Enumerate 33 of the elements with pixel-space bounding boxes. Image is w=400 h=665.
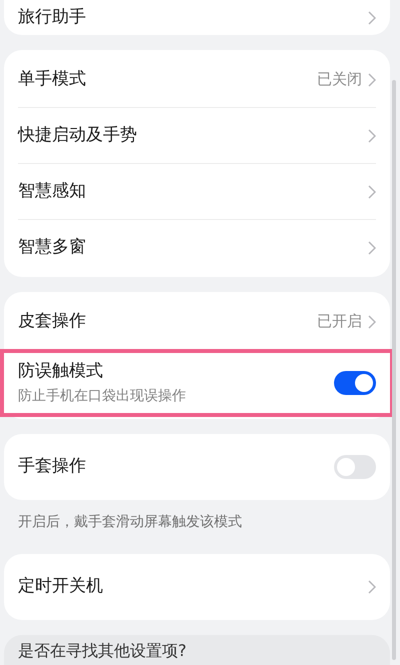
toggle-switch[interactable] — [334, 455, 376, 479]
setting-value: 已开启 — [317, 311, 362, 332]
setting-label: 快捷启动及手势 — [18, 124, 138, 147]
chevron-right-icon — [368, 128, 376, 142]
setting-value: 已关闭 — [317, 69, 362, 90]
chevron-right-icon — [368, 184, 376, 198]
setting-label: 皮套操作 — [18, 310, 87, 333]
setting-label: 智慧多窗 — [18, 236, 87, 259]
setting-row[interactable]: 智慧多窗 — [4, 220, 390, 275]
suggestion-title: 是否在寻找其他设置项? — [18, 641, 186, 660]
setting-row[interactable]: 单手模式 已关闭 — [4, 52, 390, 107]
setting-row[interactable]: 皮套操作 已开启 — [4, 294, 390, 349]
setting-row[interactable]: 智慧感知 — [4, 164, 390, 219]
setting-row[interactable]: 快捷启动及手势 — [4, 108, 390, 163]
chevron-right-icon — [368, 10, 376, 24]
setting-label: 防误触模式 — [18, 360, 104, 383]
highlighted-setting-row[interactable]: 防误触模式 防止手机在口袋出现误操作 — [0, 349, 394, 417]
setting-label: 定时开关机 — [18, 575, 104, 598]
setting-row[interactable]: 手套操作 — [4, 436, 390, 498]
setting-row[interactable]: 旅行助手 — [4, 0, 390, 35]
scrollbar[interactable] — [392, 80, 396, 660]
setting-row[interactable]: 定时开关机 — [4, 556, 390, 618]
setting-label: 旅行助手 — [18, 6, 87, 29]
chevron-right-icon — [368, 580, 376, 594]
chevron-right-icon — [368, 240, 376, 254]
setting-label: 手套操作 — [18, 455, 87, 478]
setting-label: 智慧感知 — [18, 180, 87, 203]
chevron-right-icon — [368, 314, 376, 328]
setting-caption: 开启后，戴手套滑动屏幕触发该模式 — [17, 513, 243, 532]
chevron-right-icon — [368, 72, 376, 86]
setting-label: 单手模式 — [18, 68, 87, 91]
toggle-switch[interactable] — [334, 371, 376, 395]
setting-description: 防止手机在口袋出现误操作 — [18, 387, 187, 406]
